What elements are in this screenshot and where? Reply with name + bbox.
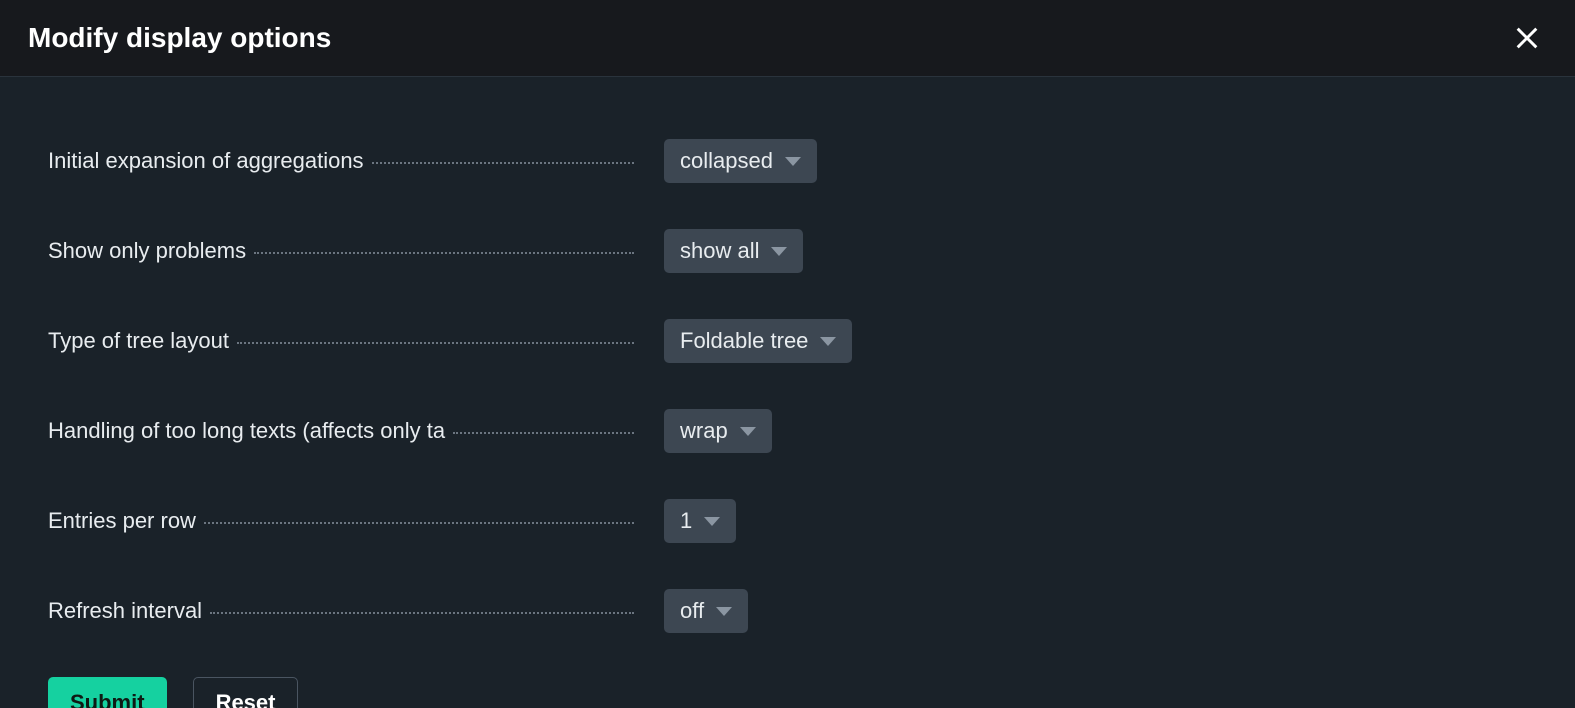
dotted-leader xyxy=(372,162,634,164)
label-col: Entries per row xyxy=(48,508,634,534)
field-label: Handling of too long texts (affects only… xyxy=(48,418,453,444)
control-col: wrap xyxy=(634,409,772,453)
field-label: Type of tree layout xyxy=(48,328,237,354)
select-value: Foldable tree xyxy=(680,328,808,354)
dialog-footer: Submit Reset xyxy=(0,677,1575,708)
display-options-dialog: Modify display options Initial expansion… xyxy=(0,0,1575,708)
dialog-header: Modify display options xyxy=(0,0,1575,77)
label-col: Handling of too long texts (affects only… xyxy=(48,418,634,444)
chevron-down-icon xyxy=(740,427,756,436)
submit-button[interactable]: Submit xyxy=(48,677,167,708)
select-value: collapsed xyxy=(680,148,773,174)
control-col: off xyxy=(634,589,748,633)
row-initial-expansion: Initial expansion of aggregations collap… xyxy=(48,137,1527,185)
dialog-body: Initial expansion of aggregations collap… xyxy=(0,77,1575,677)
dotted-leader xyxy=(210,612,634,614)
long-texts-select[interactable]: wrap xyxy=(664,409,772,453)
chevron-down-icon xyxy=(785,157,801,166)
show-only-problems-select[interactable]: show all xyxy=(664,229,803,273)
control-col: collapsed xyxy=(634,139,817,183)
control-col: Foldable tree xyxy=(634,319,852,363)
field-label: Entries per row xyxy=(48,508,204,534)
field-label: Refresh interval xyxy=(48,598,210,624)
control-col: 1 xyxy=(634,499,736,543)
select-value: off xyxy=(680,598,704,624)
close-button[interactable] xyxy=(1507,18,1547,58)
dotted-leader xyxy=(204,522,634,524)
entries-per-row-select[interactable]: 1 xyxy=(664,499,736,543)
dotted-leader xyxy=(254,252,634,254)
select-value: wrap xyxy=(680,418,728,444)
initial-expansion-select[interactable]: collapsed xyxy=(664,139,817,183)
dotted-leader xyxy=(237,342,634,344)
row-tree-layout: Type of tree layout Foldable tree xyxy=(48,317,1527,365)
row-refresh-interval: Refresh interval off xyxy=(48,587,1527,635)
row-long-texts: Handling of too long texts (affects only… xyxy=(48,407,1527,455)
label-col: Initial expansion of aggregations xyxy=(48,148,634,174)
control-col: show all xyxy=(634,229,803,273)
label-col: Refresh interval xyxy=(48,598,634,624)
chevron-down-icon xyxy=(716,607,732,616)
reset-button[interactable]: Reset xyxy=(193,677,299,708)
label-col: Show only problems xyxy=(48,238,634,264)
select-value: show all xyxy=(680,238,759,264)
tree-layout-select[interactable]: Foldable tree xyxy=(664,319,852,363)
close-icon xyxy=(1513,24,1541,52)
row-show-only-problems: Show only problems show all xyxy=(48,227,1527,275)
chevron-down-icon xyxy=(771,247,787,256)
field-label: Show only problems xyxy=(48,238,254,264)
refresh-interval-select[interactable]: off xyxy=(664,589,748,633)
label-col: Type of tree layout xyxy=(48,328,634,354)
dotted-leader xyxy=(453,432,634,434)
dialog-title: Modify display options xyxy=(28,22,331,54)
row-entries-per-row: Entries per row 1 xyxy=(48,497,1527,545)
chevron-down-icon xyxy=(704,517,720,526)
select-value: 1 xyxy=(680,508,692,534)
chevron-down-icon xyxy=(820,337,836,346)
field-label: Initial expansion of aggregations xyxy=(48,148,372,174)
